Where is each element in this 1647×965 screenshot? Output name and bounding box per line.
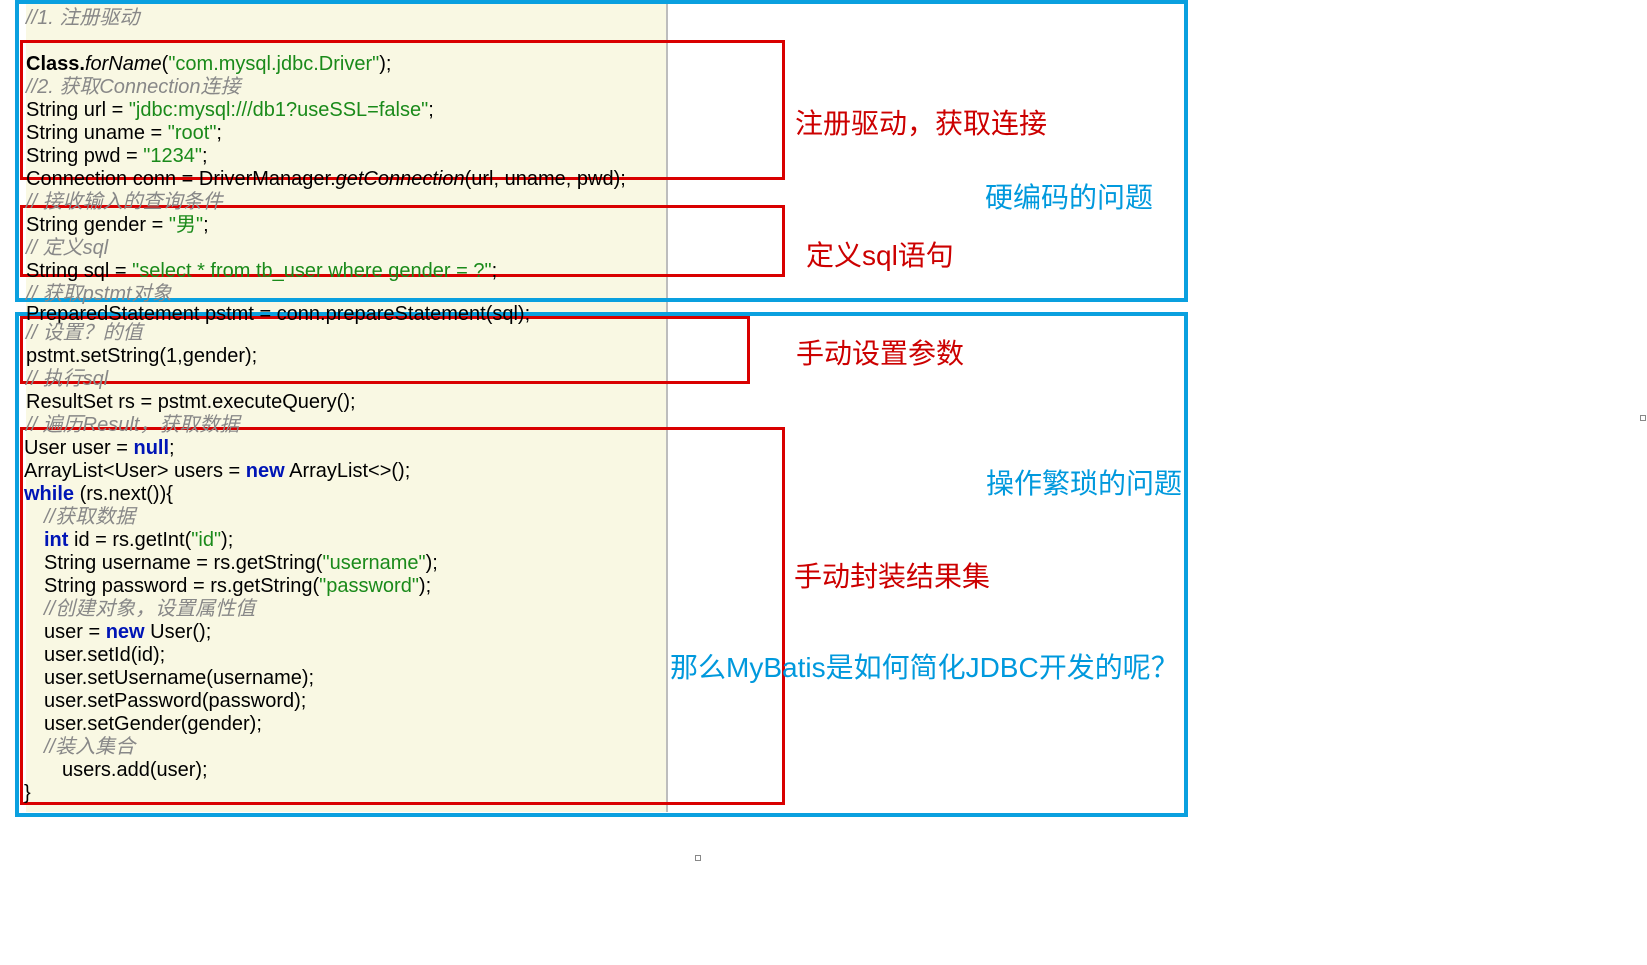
code-c2: Class.forName("com.mysql.jdbc.Driver"); [26,52,391,76]
code-c22: //获取数据 [26,505,135,529]
code-c18: // 遍历Result，获取数据 [26,413,239,437]
code-c7: Connection conn = DriverManager.getConne… [26,167,626,191]
anno-mybatis: 那么MyBatis是如何简化JDBC开发的呢？ [670,646,1179,686]
anno-set-params: 手动设置参数 [796,332,964,372]
code-c3: //2. 获取Connection连接 [26,75,241,99]
anno-define-sql: 定义sql语句 [806,234,954,274]
code-c5: String uname = "root"; [26,121,222,145]
code-c6: String pwd = "1234"; [26,144,208,168]
code-c34: } [24,781,31,805]
code-c4: String url = "jdbc:mysql:///db1?useSSL=f… [26,98,434,122]
code-c21: while (rs.next()){ [24,482,173,506]
anno-resultset: 手动封装结果集 [794,555,990,595]
page-mark-icon [695,855,701,861]
code-c32: //装入集合 [26,735,135,759]
page-mark-icon [1640,415,1646,421]
anno-register-driver: 注册驱动，获取连接 [795,102,1047,142]
code-c28: user.setId(id); [26,643,165,667]
code-c33: users.add(user); [26,758,208,782]
code-c17: ResultSet rs = pstmt.executeQuery(); [26,390,356,414]
code-c15: pstmt.setString(1,gender); [26,344,257,368]
code-c26: //创建对象，设置属性值 [26,597,255,621]
code-c9: String gender = "男"; [26,213,209,237]
code-c20: ArrayList<User> users = new ArrayList<>(… [24,459,410,483]
diagram-stage: //1. 注册驱动 Class.forName("com.mysql.jdbc.… [0,0,1647,965]
code-c27: user = new User(); [26,620,211,644]
code-c16: // 执行sql [26,367,108,391]
code-c11: String sql = "select * from tb_user wher… [26,259,497,283]
code-c1: //1. 注册驱动 [26,6,139,30]
code-c24: String username = rs.getString("username… [26,551,438,575]
code-c31: user.setGender(gender); [26,712,262,736]
code-c14: // 设置？的值 [26,321,143,345]
anno-tedious: 操作繁琐的问题 [986,462,1182,502]
code-c19: User user = null; [24,436,175,460]
anno-hardcode: 硬编码的问题 [985,176,1153,216]
code-c29: user.setUsername(username); [26,666,314,690]
code-c23: int id = rs.getInt("id"); [26,528,233,552]
code-c30: user.setPassword(password); [26,689,306,713]
code-c10: // 定义sql [26,236,108,260]
code-c8: // 接收输入的查询条件 [26,190,223,214]
code-c25: String password = rs.getString("password… [26,574,431,598]
